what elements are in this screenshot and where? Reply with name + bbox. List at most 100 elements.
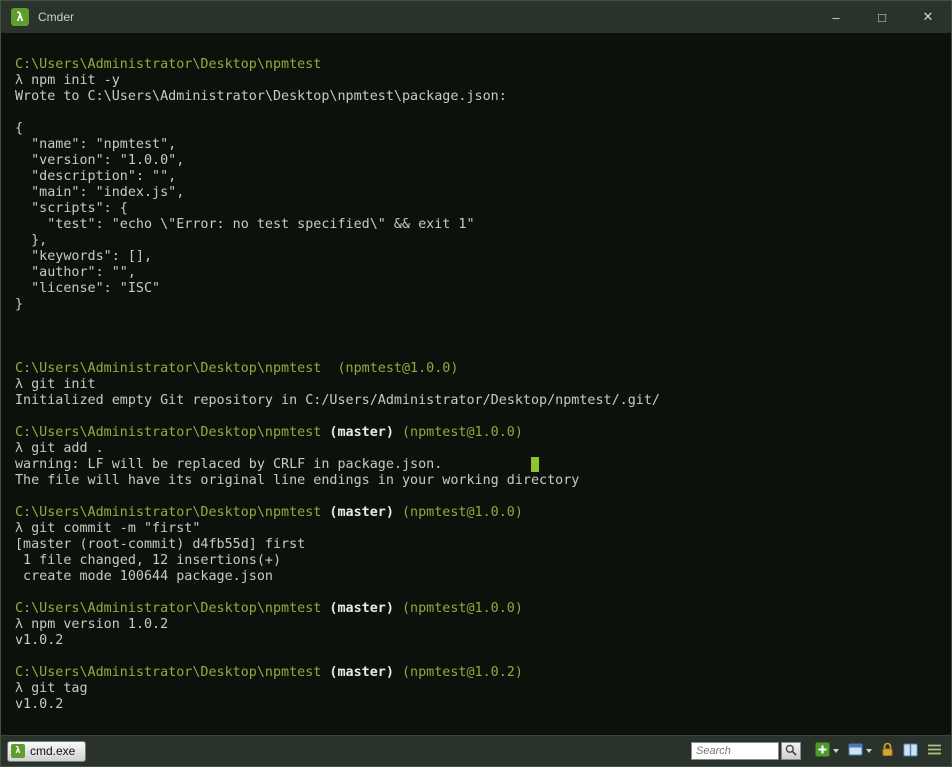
terminal-text-segment: (master) xyxy=(329,425,394,440)
terminal-text-segment: git commit -m "first" xyxy=(23,521,201,536)
terminal-output[interactable]: C:\Users\Administrator\Desktop\npmtest λ … xyxy=(1,33,951,735)
terminal-cursor xyxy=(530,457,540,472)
cmder-logo-icon: λ xyxy=(11,8,29,26)
terminal-text-segment: (master) xyxy=(329,601,394,616)
close-button[interactable]: ✕ xyxy=(905,1,951,33)
terminal-line: C:\Users\Administrator\Desktop\npmtest (… xyxy=(15,425,941,441)
terminal-text-segment: "scripts": { xyxy=(15,201,128,216)
terminal-text-segment: v1.0.2 xyxy=(15,633,64,648)
terminal-text-segment: git init xyxy=(23,377,96,392)
terminal-line: 1 file changed, 12 insertions(+) xyxy=(15,553,941,569)
terminal-text-segment: npm version 1.0.2 xyxy=(23,617,169,632)
terminal-text-segment: (npmtest@1.0.0) xyxy=(337,361,459,376)
terminal-text-segment: create mode 100644 package.json xyxy=(15,569,273,584)
terminal-text-segment: v1.0.2 xyxy=(15,697,64,712)
terminal-line: λ git init xyxy=(15,377,941,393)
terminal-line: warning: LF will be replaced by CRLF in … xyxy=(15,457,941,473)
terminal-line: λ npm init -y xyxy=(15,73,941,89)
terminal-text-segment: C:\Users\Administrator\Desktop\npmtest xyxy=(15,505,322,520)
terminal-line: C:\Users\Administrator\Desktop\npmtest (… xyxy=(15,361,941,377)
terminal-text-segment: (master) xyxy=(329,505,394,520)
terminal-line: C:\Users\Administrator\Desktop\npmtest (… xyxy=(15,665,941,681)
magnifier-icon xyxy=(785,744,797,759)
terminal-line: v1.0.2 xyxy=(15,633,941,649)
terminal-line: "keywords": [], xyxy=(15,249,941,265)
terminal-line: "name": "npmtest", xyxy=(15,137,941,153)
terminal-text-segment: λ xyxy=(15,377,24,392)
terminal-text-segment: "description": "", xyxy=(15,169,177,184)
terminal-line: Wrote to C:\Users\Administrator\Desktop\… xyxy=(15,89,941,105)
terminal-line: C:\Users\Administrator\Desktop\npmtest xyxy=(15,57,941,73)
hamburger-menu-icon xyxy=(927,743,942,759)
terminal-line: C:\Users\Administrator\Desktop\npmtest (… xyxy=(15,601,941,617)
terminal-text-segment: } xyxy=(15,297,24,312)
search-input[interactable] xyxy=(691,742,779,760)
main-menu-button[interactable] xyxy=(924,740,945,762)
split-view-button[interactable] xyxy=(900,740,921,762)
terminal-text-segment: C:\Users\Administrator\Desktop\npmtest xyxy=(15,361,322,376)
console-tab-label: cmd.exe xyxy=(30,744,76,758)
terminal-text-segment: "test": "echo \"Error: no test specified… xyxy=(15,217,475,232)
search-button[interactable] xyxy=(781,742,801,760)
chevron-down-icon xyxy=(866,749,872,753)
terminal-text-segment: (npmtest@1.0.0) xyxy=(401,601,523,616)
terminal-line: The file will have its original line end… xyxy=(15,473,941,489)
plus-icon xyxy=(815,742,830,760)
terminal-text-segment: "license": "ISC" xyxy=(15,281,161,296)
terminal-text-segment: }, xyxy=(15,233,48,248)
terminal-text-segment: C:\Users\Administrator\Desktop\npmtest xyxy=(15,57,322,72)
terminal-text-segment: Wrote to C:\Users\Administrator\Desktop\… xyxy=(15,89,507,104)
minimize-button[interactable]: – xyxy=(813,1,859,33)
console-window-icon xyxy=(848,742,863,760)
terminal-line: "author": "", xyxy=(15,265,941,281)
terminal-text-segment: C:\Users\Administrator\Desktop\npmtest xyxy=(15,601,322,616)
window-title: Cmder xyxy=(38,10,75,24)
terminal-text-segment: Initialized empty Git repository in C:/U… xyxy=(15,393,660,408)
console-tab-cmd[interactable]: λ cmd.exe xyxy=(7,740,87,762)
cmd-tab-icon: λ xyxy=(11,744,25,758)
terminal-line: "license": "ISC" xyxy=(15,281,941,297)
terminal-text-segment: λ xyxy=(15,681,24,696)
terminal-text-segment: C:\Users\Administrator\Desktop\npmtest xyxy=(15,665,322,680)
new-console-button[interactable] xyxy=(812,740,842,762)
terminal-text-segment: λ xyxy=(15,441,24,456)
titlebar[interactable]: λ Cmder – □ ✕ xyxy=(1,1,951,33)
terminal-text-segment: "main": "index.js", xyxy=(15,185,185,200)
terminal-text-segment: 1 file changed, 12 insertions(+) xyxy=(15,553,282,568)
terminal-line: λ git add . xyxy=(15,441,941,457)
terminal-text-segment: (npmtest@1.0.2) xyxy=(401,665,523,680)
terminal-line: [master (root-commit) d4fb55d] first xyxy=(15,537,941,553)
terminal-text-segment: λ xyxy=(15,73,24,88)
terminal-text-segment: npm init -y xyxy=(23,73,120,88)
terminal-text-segment: The file will have its original line end… xyxy=(15,473,580,488)
create-console-dialog-button[interactable] xyxy=(845,740,875,762)
terminal-line: "version": "1.0.0", xyxy=(15,153,941,169)
terminal-line: λ npm version 1.0.2 xyxy=(15,617,941,633)
chevron-down-icon xyxy=(833,749,839,753)
terminal-text-segment: C:\Users\Administrator\Desktop\npmtest xyxy=(15,425,322,440)
lock-icon xyxy=(881,742,894,760)
terminal-line: "main": "index.js", xyxy=(15,185,941,201)
terminal-line: Initialized empty Git repository in C:/U… xyxy=(15,393,941,409)
terminal-line: C:\Users\Administrator\Desktop\npmtest (… xyxy=(15,505,941,521)
terminal-line: "description": "", xyxy=(15,169,941,185)
terminal-text-segment: git add . xyxy=(23,441,104,456)
terminal-line: v1.0.2 xyxy=(15,697,941,713)
statusbar: λ cmd.exe xyxy=(1,735,951,766)
terminal-text-segment: { xyxy=(15,121,24,136)
lock-console-button[interactable] xyxy=(878,740,897,762)
terminal-text-segment: [master (root-commit) d4fb55d] first xyxy=(15,537,306,552)
split-panes-icon xyxy=(903,743,918,760)
terminal-line: create mode 100644 package.json xyxy=(15,569,941,585)
terminal-text-segment: "name": "npmtest", xyxy=(15,137,177,152)
maximize-button[interactable]: □ xyxy=(859,1,905,33)
